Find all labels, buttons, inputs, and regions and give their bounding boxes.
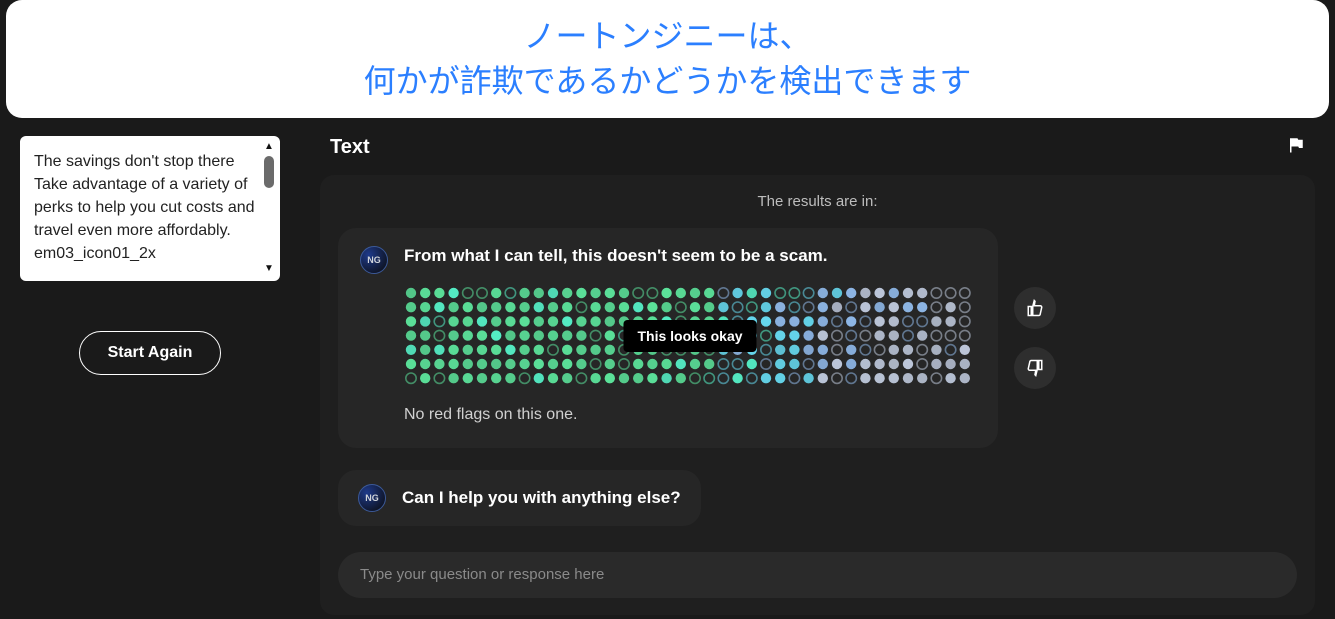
sample-text-box[interactable]: The savings don't stop there Take advant…	[20, 136, 280, 281]
avatar: NG	[358, 484, 386, 512]
analysis-band: This looks okay	[404, 286, 976, 386]
banner-line-1: ノートンジニーは、	[523, 18, 811, 54]
top-banner: ノートンジニーは、 何かが詐欺であるかどうかを検出できます	[6, 0, 1329, 118]
overlay-label: This looks okay	[623, 320, 756, 352]
chat-area: The results are in: NG From what I can t…	[320, 175, 1315, 615]
result-row: NG From what I can tell, this doesn't se…	[338, 228, 1297, 448]
chat-input[interactable]	[360, 566, 1275, 583]
start-again-button[interactable]: Start Again	[79, 331, 222, 375]
feedback-buttons	[1014, 287, 1056, 389]
result-bubble: NG From what I can tell, this doesn't se…	[338, 228, 998, 448]
thumbs-down-button[interactable]	[1014, 347, 1056, 389]
banner-text: ノートンジニーは、 何かが詐欺であるかどうかを検出できます	[46, 14, 1289, 104]
result-content: From what I can tell, this doesn't seem …	[404, 246, 976, 430]
thumbs-down-icon	[1026, 359, 1044, 377]
main-header: Text	[320, 126, 1315, 175]
sidebar: The savings don't stop there Take advant…	[0, 126, 300, 615]
flag-icon[interactable]	[1287, 136, 1305, 159]
main-layout: The savings don't stop there Take advant…	[0, 126, 1335, 615]
input-row	[338, 552, 1297, 598]
input-pill[interactable]	[338, 552, 1297, 598]
scroll-down-icon[interactable]: ▼	[264, 262, 274, 277]
banner-line-2: 何かが詐欺であるかどうかを検出できます	[364, 63, 972, 99]
scroll-up-icon[interactable]: ▲	[264, 140, 274, 155]
main-panel: Text The results are in: NG From what I …	[300, 126, 1335, 615]
avatar: NG	[360, 246, 388, 274]
thumbs-up-icon	[1026, 299, 1044, 317]
followup-text: Can I help you with anything else?	[402, 488, 681, 508]
page-title: Text	[330, 136, 370, 159]
sample-text-content: The savings don't stop there Take advant…	[34, 153, 255, 263]
result-headline: From what I can tell, this doesn't seem …	[404, 246, 976, 266]
result-subline: No red flags on this one.	[404, 406, 976, 424]
results-intro: The results are in:	[338, 193, 1297, 210]
scrollbar[interactable]: ▲ ▼	[262, 140, 276, 277]
followup-bubble: NG Can I help you with anything else?	[338, 470, 701, 526]
thumbs-up-button[interactable]	[1014, 287, 1056, 329]
scroll-thumb[interactable]	[264, 156, 274, 188]
